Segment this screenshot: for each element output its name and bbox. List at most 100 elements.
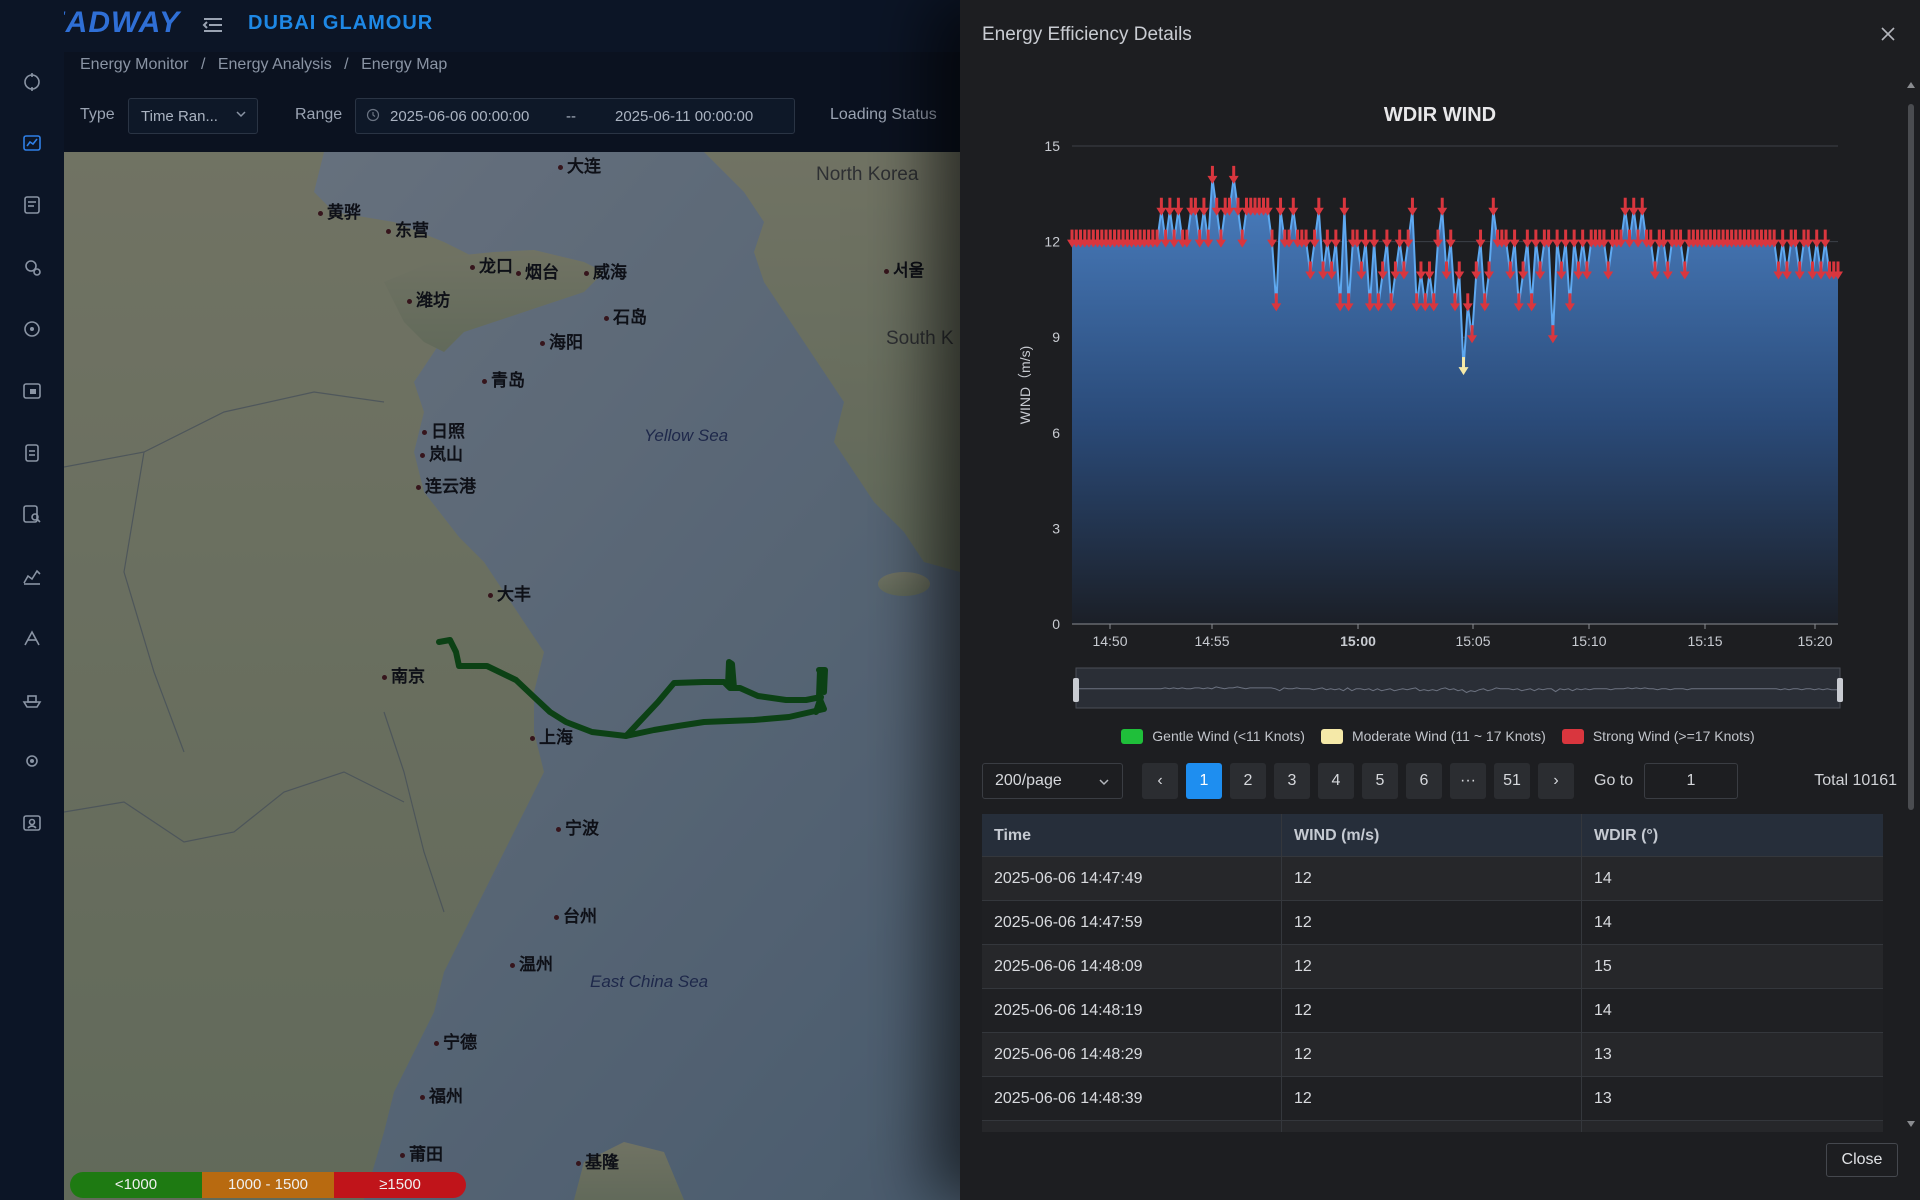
wind-direction-marker[interactable] xyxy=(1339,197,1350,216)
column-header-time[interactable]: Time xyxy=(982,814,1282,856)
page-size-select[interactable]: 200/page xyxy=(982,763,1123,799)
wind-direction-marker[interactable] xyxy=(1445,229,1456,248)
wind-direction-marker[interactable] xyxy=(1569,229,1580,248)
wind-direction-marker[interactable] xyxy=(1381,229,1392,248)
table-row[interactable]: 2025-06-06 14:47:49 12 14 xyxy=(982,857,1883,901)
wind-direction-marker[interactable] xyxy=(1207,165,1218,184)
wind-direction-marker[interactable] xyxy=(1275,197,1286,216)
user-card-icon[interactable] xyxy=(20,811,44,835)
search-doc-icon[interactable] xyxy=(20,502,44,526)
wind-direction-marker[interactable] xyxy=(1628,197,1639,216)
wind-direction-marker[interactable] xyxy=(1156,197,1167,216)
wind-direction-marker[interactable] xyxy=(1228,165,1239,184)
table-row[interactable]: 2025-06-06 14:48:29 12 13 xyxy=(982,1033,1883,1077)
date-range-picker[interactable]: 2025-06-06 00:00:00 -- 2025-06-11 00:00:… xyxy=(355,98,795,134)
table-row[interactable] xyxy=(982,1121,1883,1132)
goto-page-input[interactable]: 1 xyxy=(1644,763,1738,799)
wind-direction-marker[interactable] xyxy=(1522,229,1533,248)
wind-direction-marker[interactable] xyxy=(1462,293,1473,312)
more-pages-button[interactable]: ··· xyxy=(1450,763,1486,799)
top-header: HEADWAY DUBAI GLAMOUR xyxy=(0,0,960,52)
x-tick-label: 15:00 xyxy=(1340,633,1376,649)
wind-direction-marker[interactable] xyxy=(1407,197,1418,216)
table-row[interactable]: 2025-06-06 14:48:19 12 14 xyxy=(982,989,1883,1033)
vessel-name[interactable]: DUBAI GLAMOUR xyxy=(248,12,433,35)
wind-direction-marker[interactable] xyxy=(1577,229,1588,248)
menu-toggle-icon[interactable] xyxy=(202,14,224,36)
trend-icon[interactable] xyxy=(20,564,44,588)
legend-moderate-wind[interactable]: Moderate Wind (11 ~ 17 Knots) xyxy=(1320,728,1546,744)
target-icon[interactable] xyxy=(20,317,44,341)
data-zoom-handle-left[interactable] xyxy=(1073,678,1079,702)
wind-direction-marker[interactable] xyxy=(1637,197,1648,216)
breadcrumb-energy-analysis[interactable]: Energy Analysis xyxy=(218,56,332,73)
breadcrumb-energy-monitor[interactable]: Energy Monitor xyxy=(80,56,189,73)
wind-direction-marker[interactable] xyxy=(1424,261,1435,280)
close-icon[interactable] xyxy=(1876,22,1900,46)
settings-gear-icon[interactable] xyxy=(20,255,44,279)
data-zoom-handle-right[interactable] xyxy=(1837,678,1843,702)
legend-strong-wind[interactable]: Strong Wind (>=17 Knots) xyxy=(1561,728,1755,744)
wind-direction-marker[interactable] xyxy=(1288,197,1299,216)
wind-direction-marker[interactable] xyxy=(1509,229,1520,248)
breadcrumb-separator: / xyxy=(200,56,206,73)
page-button-6[interactable]: 6 xyxy=(1406,763,1442,799)
table-row[interactable]: 2025-06-06 14:47:59 12 14 xyxy=(982,901,1883,945)
chart-title: WDIR WIND xyxy=(1383,104,1497,126)
close-button[interactable]: Close xyxy=(1826,1143,1898,1177)
table-row[interactable]: 2025-06-06 14:48:39 12 13 xyxy=(982,1077,1883,1121)
column-header-wind[interactable]: WIND (m/s) xyxy=(1282,814,1582,856)
calendar-icon[interactable] xyxy=(20,378,44,402)
data-zoom-slider[interactable] xyxy=(1075,667,1841,709)
page-button-2[interactable]: 2 xyxy=(1230,763,1266,799)
range-end-input[interactable]: 2025-06-11 00:00:00 xyxy=(615,108,753,125)
range-start-input[interactable]: 2025-06-06 00:00:00 xyxy=(390,108,529,125)
legend-label: Moderate Wind (11 ~ 17 Knots) xyxy=(1351,728,1546,744)
wind-direction-marker[interactable] xyxy=(1322,229,1333,248)
wind-direction-marker[interactable] xyxy=(1530,229,1541,248)
wind-direction-marker[interactable] xyxy=(1560,229,1571,248)
legend-gentle-wind[interactable]: Gentle Wind (<11 Knots) xyxy=(1121,728,1305,744)
x-tick-label: 14:55 xyxy=(1194,633,1229,649)
page-button-5[interactable]: 5 xyxy=(1362,763,1398,799)
wind-direction-marker[interactable] xyxy=(1820,229,1831,248)
wind-direction-marker[interactable] xyxy=(1330,229,1341,248)
wind-chart[interactable]: 0 3 6 9 12 15 WIND（m/s) 14:50 14:55 15:00 15:05 15:… xyxy=(960,130,1920,720)
wind-direction-marker[interactable] xyxy=(1552,229,1563,248)
wind-direction-marker[interactable] xyxy=(1454,261,1465,280)
wind-direction-marker[interactable] xyxy=(1488,197,1499,216)
wind-direction-marker[interactable] xyxy=(1173,197,1184,216)
energy-map[interactable]: 大连 黄骅 东营 龙口 烟台 威海 潍坊 石岛 海阳 青岛 日照 岚山 连云港 大丰 南京 上海 宁波 台州 温州宁… xyxy=(64,152,960,1200)
gear-icon[interactable] xyxy=(20,749,44,773)
chart-icon[interactable] xyxy=(20,131,44,155)
wind-direction-marker[interactable] xyxy=(1437,197,1448,216)
wind-direction-marker[interactable] xyxy=(1777,229,1788,248)
wind-direction-marker[interactable] xyxy=(1620,197,1631,216)
table-row[interactable]: 2025-06-06 14:48:09 12 15 xyxy=(982,945,1883,989)
page-button-51[interactable]: 51 xyxy=(1494,763,1530,799)
clipboard-icon[interactable] xyxy=(20,440,44,464)
cell-wdir: 13 xyxy=(1594,1046,1612,1063)
wind-direction-marker[interactable] xyxy=(1313,197,1324,216)
page-button-4[interactable]: 4 xyxy=(1318,763,1354,799)
compass-icon[interactable] xyxy=(20,70,44,94)
wind-direction-marker[interactable] xyxy=(1811,229,1822,248)
wind-direction-marker[interactable] xyxy=(1415,261,1426,280)
wind-direction-marker[interactable] xyxy=(1475,229,1486,248)
page-button-1[interactable]: 1 xyxy=(1186,763,1222,799)
legend-swatch xyxy=(1121,728,1144,744)
column-header-wdir[interactable]: WDIR (°) xyxy=(1582,814,1883,856)
wind-direction-marker[interactable] xyxy=(1164,197,1175,216)
map-overlay-dim xyxy=(64,152,960,1200)
wind-direction-marker[interactable] xyxy=(1360,229,1371,248)
page-button-3[interactable]: 3 xyxy=(1274,763,1310,799)
report-icon[interactable] xyxy=(20,193,44,217)
ship-icon[interactable] xyxy=(20,687,44,711)
wind-direction-marker[interactable] xyxy=(1394,229,1405,248)
prev-page-button[interactable]: ‹ xyxy=(1142,763,1178,799)
wind-direction-marker[interactable] xyxy=(1369,229,1380,248)
wind-direction-marker[interactable] xyxy=(1198,197,1209,216)
tools-icon[interactable] xyxy=(20,626,44,650)
type-select[interactable]: Time Ran... xyxy=(128,98,258,134)
next-page-button[interactable]: › xyxy=(1538,763,1574,799)
